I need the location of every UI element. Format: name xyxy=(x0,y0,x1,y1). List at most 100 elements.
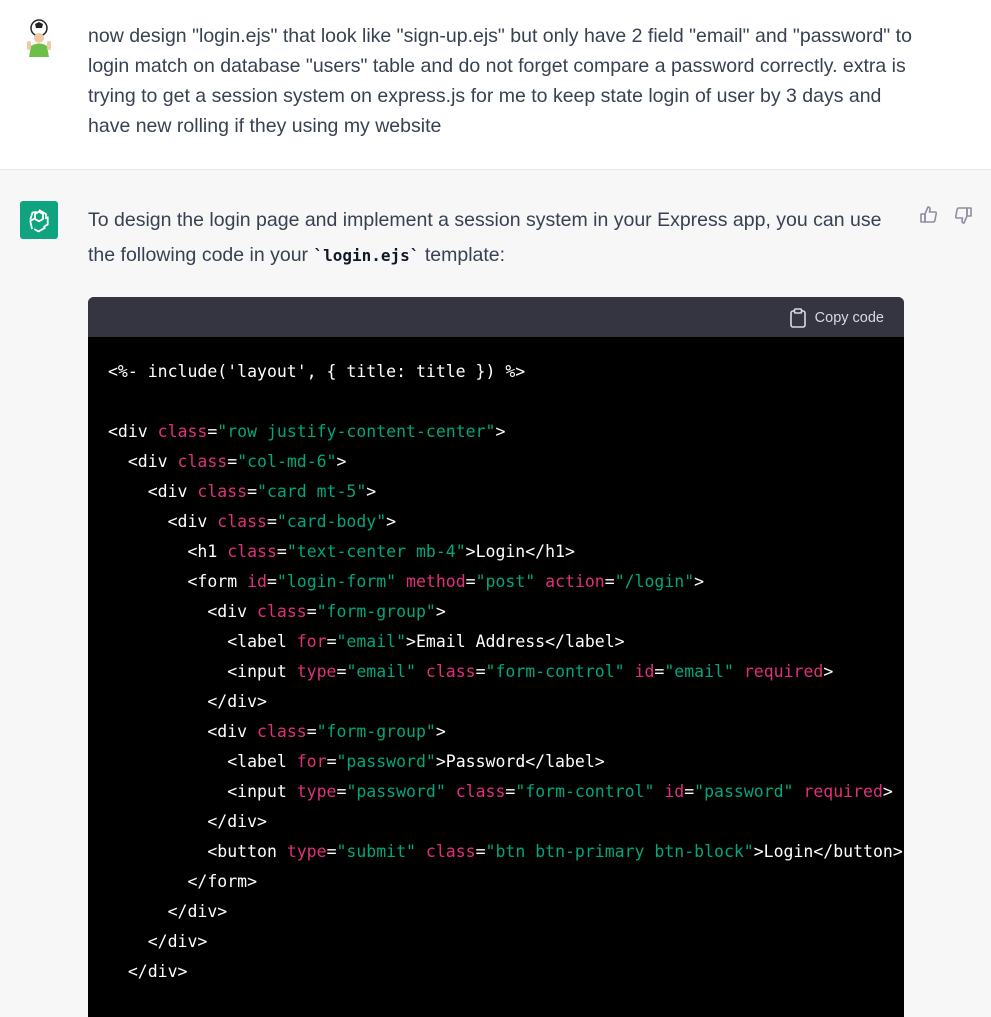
copy-code-button[interactable]: Copy code xyxy=(789,307,884,329)
assistant-message: To design the login page and implement a… xyxy=(0,171,991,1017)
code-token: <div xyxy=(108,512,218,531)
code-token: "row justify-content-center" xyxy=(217,422,496,441)
code-token: = xyxy=(336,782,347,801)
code-token: id xyxy=(664,782,685,801)
code-token: "form-group" xyxy=(316,602,436,621)
code-line: <label for="email">Email Address</label> xyxy=(108,627,904,657)
code-token: <div xyxy=(108,422,158,441)
code-token: </form> xyxy=(108,872,258,891)
openai-logo-icon xyxy=(20,201,58,239)
code-token: >Login</button> xyxy=(753,842,903,861)
copy-code-label: Copy code xyxy=(814,310,884,326)
code-token: "/login" xyxy=(614,572,695,591)
code-token: class xyxy=(455,782,506,801)
code-token: = xyxy=(475,842,486,861)
code-token: "form-group" xyxy=(316,722,436,741)
user-message-text: now design "login.ejs" that look like "s… xyxy=(88,25,912,137)
code-token: </div> xyxy=(108,692,267,711)
code-line: <div class="card mt-5"> xyxy=(108,477,904,507)
code-token: <label xyxy=(108,752,297,771)
code-line: <div class="form-group"> xyxy=(108,597,904,627)
code-line: <label for="password">Password</label> xyxy=(108,747,904,777)
code-line: <h1 class="text-center mb-4">Login</h1> xyxy=(108,537,904,567)
code-token: <input xyxy=(108,662,297,681)
user-message: now design "login.ejs" that look like "s… xyxy=(0,0,991,170)
code-token: class xyxy=(197,482,248,501)
code-token: > xyxy=(435,722,446,741)
code-token: "btn btn-primary btn-block" xyxy=(485,842,754,861)
code-token: </div> xyxy=(108,902,228,921)
code-token: class xyxy=(177,452,228,471)
code-token: "email" xyxy=(346,662,416,681)
code-line: <input type="email" class="form-control"… xyxy=(108,657,904,687)
intro-after: template: xyxy=(419,244,506,266)
code-token: "text-center mb-4" xyxy=(286,542,466,561)
code-token: = xyxy=(266,512,277,531)
code-token: = xyxy=(336,662,347,681)
code-token: = xyxy=(326,752,337,771)
code-token: = xyxy=(306,722,317,741)
code-block: Copy code <%- include('layout', { title:… xyxy=(88,297,904,1017)
user-avatar xyxy=(20,19,58,57)
assistant-intro-text: To design the login page and implement a… xyxy=(88,203,908,273)
code-token: = xyxy=(247,482,258,501)
code-token: class xyxy=(217,512,267,531)
code-token: class xyxy=(425,662,476,681)
code-line: </form> xyxy=(108,867,904,897)
code-token: "card mt-5" xyxy=(257,482,367,501)
code-token: type xyxy=(286,842,327,861)
code-token: = xyxy=(505,782,516,801)
code-token: <div xyxy=(108,482,198,501)
code-token: class xyxy=(257,602,307,621)
code-token: = xyxy=(604,572,615,591)
code-token: "email" xyxy=(664,662,734,681)
code-token: > xyxy=(882,782,893,801)
code-token: for xyxy=(296,752,327,771)
code-token: "login-form" xyxy=(276,572,397,591)
code-token: = xyxy=(326,842,337,861)
code-token: = xyxy=(654,662,665,681)
code-token: "password" xyxy=(336,752,436,771)
code-token: </div> xyxy=(108,962,188,981)
code-line: <button type="submit" class="btn btn-pri… xyxy=(108,837,904,867)
code-line: <div class="form-group"> xyxy=(108,717,904,747)
code-token: "submit" xyxy=(336,842,416,861)
code-token: <%- include('layout', { title: title }) … xyxy=(108,362,526,381)
code-token: <h1 xyxy=(108,542,228,561)
code-token: = xyxy=(465,572,476,591)
code-token: "col-md-6" xyxy=(237,452,337,471)
code-token: "password" xyxy=(346,782,446,801)
code-token: >Login</h1> xyxy=(465,542,575,561)
code-token: = xyxy=(276,542,287,561)
thumbs-down-icon[interactable] xyxy=(953,205,973,225)
thumbs-up-icon[interactable] xyxy=(919,205,939,225)
clipboard-icon xyxy=(789,308,806,328)
code-line: <div class="card-body"> xyxy=(108,507,904,537)
code-block-header: Copy code xyxy=(88,297,904,337)
code-line: </div> xyxy=(108,687,904,717)
code-token: type xyxy=(296,782,337,801)
code-token: = xyxy=(227,452,238,471)
code-body: <%- include('layout', { title: title }) … xyxy=(88,337,904,987)
code-token: method xyxy=(406,572,466,591)
code-token: id xyxy=(634,662,655,681)
code-token: <div xyxy=(108,722,258,741)
code-token: </div> xyxy=(108,812,267,831)
code-token: = xyxy=(207,422,218,441)
code-token: class xyxy=(227,542,277,561)
code-token: </div> xyxy=(108,932,208,951)
code-token: type xyxy=(296,662,337,681)
code-line: </div> xyxy=(108,897,904,927)
code-token: "post" xyxy=(475,572,536,591)
code-line: <%- include('layout', { title: title }) … xyxy=(108,357,904,387)
code-token: required xyxy=(803,782,883,801)
code-token: > xyxy=(386,512,397,531)
code-token: "email" xyxy=(336,632,407,651)
code-token: <label xyxy=(108,632,297,651)
